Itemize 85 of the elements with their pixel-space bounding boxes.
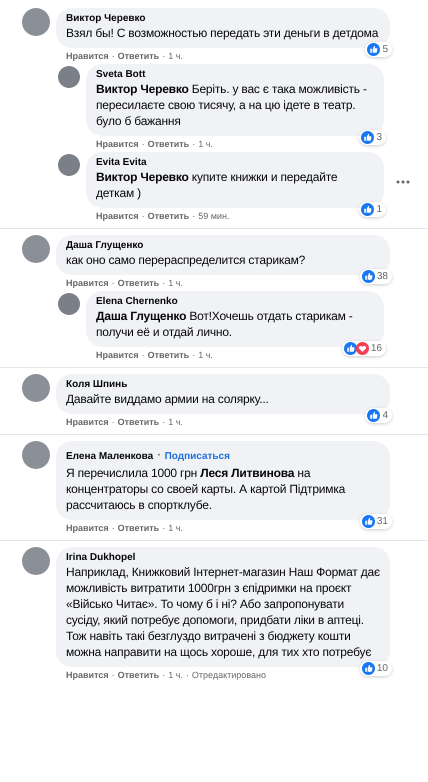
reaction-badge[interactable]: 16 <box>342 341 386 356</box>
separator-dot: · <box>162 523 166 533</box>
separator-dot: · <box>142 211 145 221</box>
timestamp: 1 ч. <box>168 670 183 680</box>
comment-text: Взял бы! С возможностью передать эти деньги в детдома <box>66 25 380 41</box>
separator-dot: · <box>186 670 189 680</box>
timestamp: 1 ч. <box>168 278 183 288</box>
separator-dot: · <box>156 446 162 464</box>
reply-link[interactable]: Ответить <box>118 51 160 61</box>
reply-link[interactable]: Ответить <box>118 417 160 427</box>
reaction-badge[interactable]: 38 <box>360 269 392 284</box>
thumbs-up-icon <box>361 203 374 216</box>
separator-dot: · <box>162 51 166 61</box>
separator-dot: · <box>142 350 145 360</box>
comment-text: Виктор Черевко купите книжки и передайте деткам ) <box>96 169 338 201</box>
timestamp: 1 ч. <box>198 350 213 360</box>
separator-dot: · <box>112 670 115 680</box>
reply-link[interactable]: Ответить <box>148 350 190 360</box>
more-options-icon[interactable] <box>396 180 410 184</box>
edited-label: Отредактировано <box>192 670 266 680</box>
author-name[interactable]: Evita Evita <box>96 157 147 168</box>
author-name[interactable]: Elena Chernenko <box>96 296 178 307</box>
avatar-photo <box>58 293 80 315</box>
like-link[interactable]: Нравится <box>96 350 139 360</box>
reaction-badge[interactable]: 4 <box>365 408 392 423</box>
author-name[interactable]: Даша Глущенко <box>66 240 144 251</box>
separator-dot: · <box>162 417 166 427</box>
reply-link[interactable]: Ответить <box>118 670 160 680</box>
thumbs-up-icon <box>367 409 380 422</box>
avatar-photo <box>22 441 50 469</box>
separator-dot: · <box>142 139 145 149</box>
separator-dot: · <box>112 51 115 61</box>
separator-dot: · <box>192 139 196 149</box>
reply-link[interactable]: Ответить <box>118 523 160 533</box>
reaction-badge[interactable]: 31 <box>360 514 392 529</box>
comment-text: Виктор Черевко Беріть. у вас є така можливість - пересилаєте свою тисячу, а на цю ідете в театр. було б бажання <box>96 81 368 129</box>
timestamp: 59 мин. <box>198 211 230 221</box>
separator-dot: · <box>162 670 166 680</box>
reply-link[interactable]: Ответить <box>148 139 190 149</box>
author-name[interactable]: Виктор Черевко <box>66 13 146 24</box>
thumbs-up-icon <box>362 515 375 528</box>
avatar-photo <box>22 235 50 263</box>
comment-text: как оно само перераспределится старикам? <box>66 252 306 268</box>
follow-link[interactable]: Подписаться <box>164 451 230 462</box>
reply-link[interactable]: Ответить <box>118 278 160 288</box>
thumbs-up-icon <box>361 131 374 144</box>
thumbs-up-icon <box>344 342 357 355</box>
author-name[interactable]: Sveta Bott <box>96 69 146 80</box>
separator-dot: · <box>162 278 166 288</box>
like-link[interactable]: Нравится <box>96 211 139 221</box>
comment-text: Даша Глущенко Вот!Хочешь отдать старикам - получи её и отдай лично. <box>96 308 354 340</box>
timestamp: 1 ч. <box>168 51 183 61</box>
avatar-photo <box>22 8 50 36</box>
avatar-photo <box>58 154 80 176</box>
separator-dot: · <box>112 523 115 533</box>
thumbs-up-icon <box>362 270 375 283</box>
separator-dot: · <box>192 211 196 221</box>
timestamp: 1 ч. <box>168 417 183 427</box>
thumbs-up-icon <box>362 662 375 675</box>
separator-dot: · <box>112 417 115 427</box>
reaction-badge[interactable]: 1 <box>359 202 386 217</box>
comment-text: Я перечислила 1000 грн Леся Литвинова на концентраторы со своей карты. А картой Підтримка рассчитаюсь в спортклубе. <box>66 465 346 513</box>
thumbs-up-icon <box>367 43 380 56</box>
avatar-photo <box>22 547 50 575</box>
like-link[interactable]: Нравится <box>66 417 109 427</box>
author-name[interactable]: Коля Шпинь <box>66 379 128 390</box>
author-name[interactable]: Irina Dukhopel <box>66 552 136 563</box>
reaction-badge[interactable]: 3 <box>359 130 386 145</box>
timestamp: 1 ч. <box>198 139 213 149</box>
separator-dot: · <box>192 350 196 360</box>
like-link[interactable]: Нравится <box>66 278 109 288</box>
reply-link[interactable]: Ответить <box>148 211 190 221</box>
avatar-photo <box>22 374 50 402</box>
timestamp: 1 ч. <box>168 523 183 533</box>
separator-dot: · <box>112 278 115 288</box>
reaction-badge[interactable]: 10 <box>360 661 392 676</box>
like-link[interactable]: Нравится <box>66 670 109 680</box>
comment-text: Давайте виддамо армии на солярку... <box>66 391 270 407</box>
like-link[interactable]: Нравится <box>66 51 109 61</box>
author-name[interactable]: Елена Маленкова <box>66 451 154 462</box>
reaction-badge[interactable]: 5 <box>365 42 392 57</box>
like-link[interactable]: Нравится <box>96 139 139 149</box>
like-link[interactable]: Нравится <box>66 523 109 533</box>
avatar-photo <box>58 66 80 88</box>
comment-text: Наприклад, Книжковий Інтернет-магазин Наш Формат дає можливість витратити 1000грн з єпідримки на проєкт «Військо Читає». То чому б і ні? Або запропонувати сусіду, який потребує допомоги, придбати ліки в аптеці. Тож навіть такі безглуздо витрачені з бюджету кошти можна направити на щось хороше, для тих хто потребує <box>66 564 380 660</box>
